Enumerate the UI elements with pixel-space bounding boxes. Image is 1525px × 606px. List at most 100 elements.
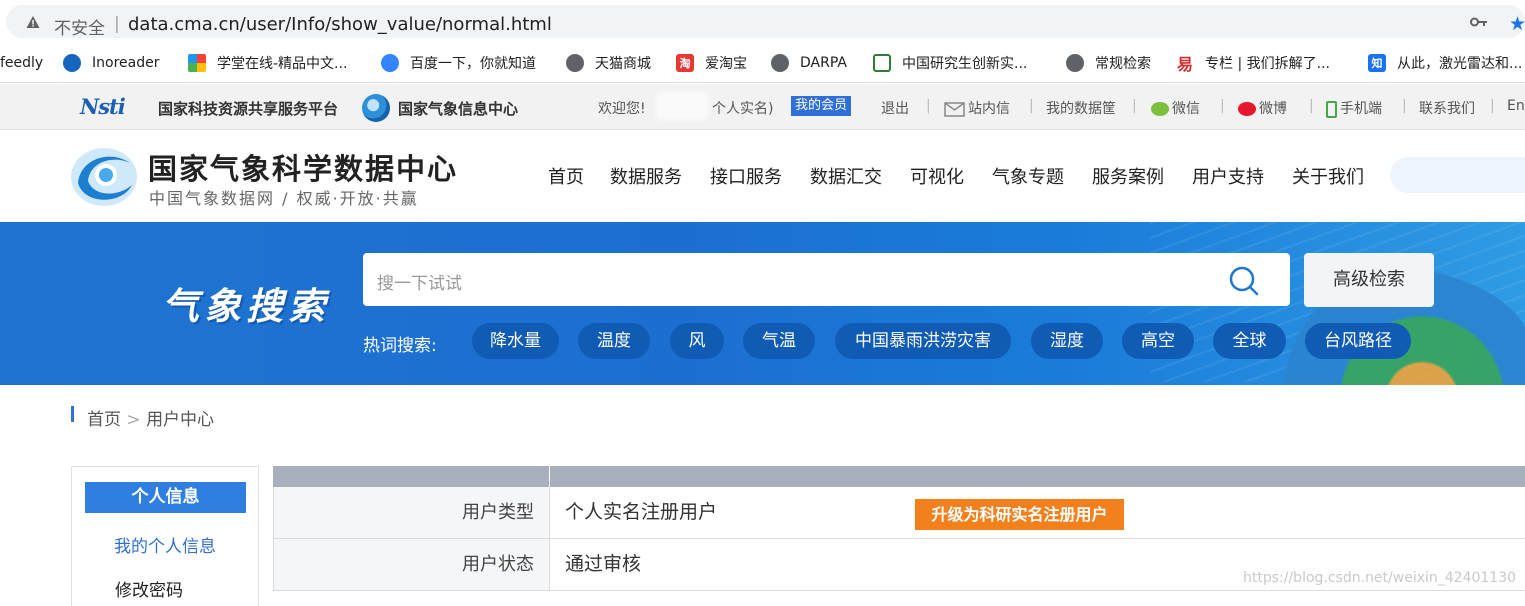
nav-about-us[interactable]: 关于我们 [1292,163,1364,189]
bookmark-search[interactable]: 常规检索 [1066,52,1151,74]
separator: | [1132,98,1137,114]
table-header [273,466,1525,487]
zhihu-icon: 知 [1368,54,1386,72]
cma-logo-icon[interactable] [70,145,140,207]
row-value: 通过审核 [565,553,642,575]
hot-term-air-temperature[interactable]: 气温 [743,323,815,359]
separator: | [1490,98,1495,114]
weibo-link[interactable]: 微博 [1238,98,1287,118]
breadcrumb-marker [71,406,74,422]
address-separator: | [114,14,120,34]
weibo-icon [1238,102,1256,116]
cma-small-name[interactable]: 国家气象信息中心 [398,98,518,119]
separator: | [926,98,931,114]
bookmark-inoreader[interactable]: Inoreader [63,52,159,74]
globe-icon [566,54,584,72]
bookmark-label: 从此，激光雷达和... [1397,56,1523,72]
english-link[interactable]: En [1507,98,1525,114]
bookmarks-bar: feedly Inoreader 学堂在线-精品中文... 百度一下，你就知道 … [0,43,1525,83]
nav-api-service[interactable]: 接口服务 [710,163,782,189]
cma-small-logo-icon[interactable] [362,94,390,122]
search-input[interactable]: 搜一下试试 [363,253,1290,306]
mobile-label: 手机端 [1340,101,1382,117]
watermark: https://blog.csdn.net/weixin_42401130 [1243,570,1517,586]
breadcrumb-separator: > [126,410,141,430]
bookmark-xuetang[interactable]: 学堂在线-精品中文... [188,52,347,74]
bookmark-innovation[interactable]: 中国研究生创新实... [873,52,1027,74]
browser-address-bar: 不安全 | data.cma.cn/user/Info/show_value/n… [0,0,1525,43]
wechat-link[interactable]: 微信 [1151,98,1200,118]
hot-term-humidity[interactable]: 湿度 [1031,323,1103,359]
breadcrumb: 首页 > 用户中心 [87,405,214,430]
welcome-text: 欢迎您! [598,101,646,117]
search-icon[interactable] [1228,265,1260,297]
warning-icon[interactable] [26,15,40,29]
bookmark-label: DARPA [800,55,847,71]
mobile-phone-icon [1326,100,1337,118]
separator: | [1402,98,1407,114]
logout-link[interactable]: 退出 [881,98,909,118]
bookmark-label: 常规检索 [1095,56,1151,72]
hot-term-global[interactable]: 全球 [1213,323,1286,359]
nav-visualization[interactable]: 可视化 [910,163,964,189]
nav-data-submission[interactable]: 数据汇交 [810,163,882,189]
top-utility-bar: Nsti 国家科技资源共享服务平台 国家气象信息中心 欢迎您! 个人实名) 我的… [0,84,1525,130]
xuetang-icon [188,54,206,72]
nav-service-cases[interactable]: 服务案例 [1092,163,1164,189]
row-label: 用户类型 [274,487,550,538]
bookmark-label: 爱淘宝 [705,56,747,72]
my-membership-button[interactable]: 我的会员 [791,96,852,116]
bookmark-zhihu[interactable]: 知 从此，激光雷达和... [1368,52,1522,74]
hot-term-typhoon-track[interactable]: 台风路径 [1305,323,1411,359]
bookmark-tmall[interactable]: 天猫商城 [566,52,651,74]
data-basket-link[interactable]: 我的数据筐 [1046,98,1116,118]
globe-icon [771,54,789,72]
bookmark-label: 专栏 | 我们拆解了... [1205,56,1330,72]
messages-link[interactable]: 站内信 [944,98,1010,118]
omnibox[interactable]: 不安全 | data.cma.cn/user/Info/show_value/n… [6,5,1525,39]
bookmark-baidu[interactable]: 百度一下，你就知道 [381,52,536,74]
sidebar-item-change-password[interactable]: 修改密码 [115,576,183,601]
bookmark-zhuanlan[interactable]: 易 专栏 | 我们拆解了... [1176,52,1330,74]
bookmark-label: 中国研究生创新实... [902,56,1028,72]
weibo-label: 微博 [1259,101,1287,117]
bookmark-darpa[interactable]: DARPA [771,52,847,74]
insecure-label[interactable]: 不安全 [54,14,105,39]
bookmark-aitaobao[interactable]: 淘 爱淘宝 [676,52,747,74]
bookmark-star-icon[interactable]: ★ [1509,13,1525,35]
site-subtitle: 中国气象数据网 / 权威·开放·共赢 [149,189,419,208]
hot-term-wind[interactable]: 风 [670,323,724,359]
hot-term-precipitation[interactable]: 降水量 [472,323,559,359]
contact-link[interactable]: 联系我们 [1419,98,1475,118]
site-title[interactable]: 国家气象科学数据中心 [148,146,458,188]
nav-home[interactable]: 首页 [548,163,584,189]
advanced-search-button[interactable]: 高级检索 [1304,253,1434,307]
search-placeholder: 搜一下试试 [377,274,462,294]
bookmark-feedly[interactable]: feedly [0,52,43,74]
hot-term-temperature[interactable]: 温度 [578,323,650,359]
nav-data-service[interactable]: 数据服务 [610,163,682,189]
hot-term-rainstorm-flood[interactable]: 中国暴雨洪涝灾害 [835,323,1011,359]
upgrade-account-button[interactable]: 升级为科研实名注册用户 [915,499,1124,530]
hot-terms-label: 热词搜索: [363,336,437,356]
table-row: 用户类型 个人实名注册用户 升级为科研实名注册用户 [273,487,1525,539]
sidebar-heading[interactable]: 个人信息 [85,482,246,513]
blurred-username [656,92,708,120]
nav-user-support[interactable]: 用户支持 [1192,163,1264,189]
wechat-label: 微信 [1172,101,1200,117]
search-banner: 气象搜索 搜一下试试 高级检索 热词搜索: 降水量 温度 风 气温 中国暴雨洪涝… [0,222,1525,385]
mobile-link[interactable]: 手机端 [1326,98,1382,118]
separator: | [1220,98,1225,114]
key-icon[interactable] [1470,17,1488,27]
hot-term-upper-air[interactable]: 高空 [1122,323,1194,359]
nstl-logo[interactable]: Nsti [80,94,126,119]
nav-meteorology-topics[interactable]: 气象专题 [992,163,1064,189]
url-text[interactable]: data.cma.cn/user/Info/show_value/normal.… [128,14,552,35]
nstl-name[interactable]: 国家科技资源共享服务平台 [158,98,338,119]
banner-title: 气象搜索 [162,285,330,328]
wechat-icon [1151,102,1169,116]
header-search-input[interactable] [1390,157,1525,193]
separator: | [1029,98,1034,114]
sidebar-item-my-info[interactable]: 我的个人信息 [72,532,258,557]
breadcrumb-home[interactable]: 首页 [87,410,121,430]
